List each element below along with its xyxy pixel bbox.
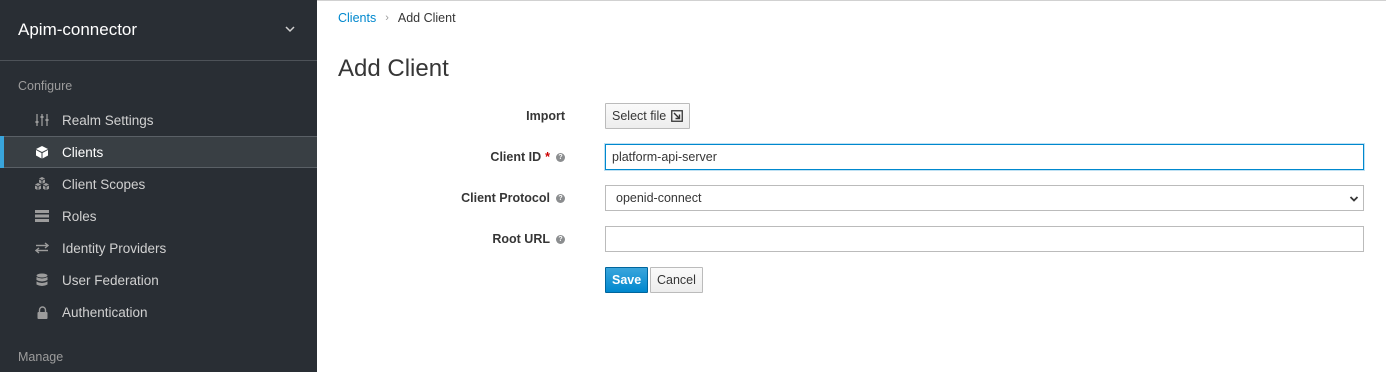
sidebar-item-label: Identity Providers: [62, 240, 167, 256]
client-protocol-select[interactable]: openid-connect: [605, 185, 1364, 211]
help-icon[interactable]: ?: [556, 234, 565, 244]
main-content: Clients › Add Client Add Client Import S…: [317, 0, 1386, 372]
import-row: Import Select file: [317, 103, 1386, 129]
client-id-label-text: Client ID: [490, 150, 542, 164]
breadcrumb-clients-link[interactable]: Clients: [338, 11, 376, 25]
sidebar-item-user-federation[interactable]: User Federation: [0, 264, 317, 296]
import-label: Import: [526, 103, 565, 129]
page: Apim-connector Configure Realm Settings …: [0, 0, 1386, 372]
exchange-icon: [34, 240, 50, 256]
list-icon: [34, 208, 50, 224]
realm-name: Apim-connector: [18, 20, 138, 39]
chevron-down-icon: [1349, 196, 1359, 202]
cubes-icon: [34, 176, 50, 192]
sidebar-item-label: Clients: [62, 144, 104, 160]
client-protocol-label-text: Client Protocol: [461, 191, 550, 205]
sidebar-item-label: Authentication: [62, 304, 148, 320]
nav-list: Realm Settings Clients Client Scopes Rol…: [0, 104, 317, 328]
client-protocol-label: Client Protocol ?: [461, 185, 565, 211]
root-url-label: Root URL ?: [492, 226, 565, 252]
page-title: Add Client: [338, 55, 449, 82]
select-file-label: Select file: [612, 109, 667, 123]
root-url-label-text: Root URL: [492, 232, 550, 246]
client-protocol-selected-value: openid-connect: [616, 191, 702, 205]
help-icon[interactable]: ?: [556, 152, 565, 162]
sidebar-item-label: Roles: [62, 208, 97, 224]
select-file-button[interactable]: Select file: [605, 103, 691, 129]
chevron-down-icon: [285, 26, 295, 33]
section-configure-title: Configure: [18, 79, 73, 93]
cube-icon: [34, 144, 50, 160]
realm-selector[interactable]: Apim-connector: [0, 0, 317, 61]
cancel-button[interactable]: Cancel: [650, 267, 703, 293]
breadcrumb-current: Add Client: [397, 11, 456, 25]
sidebar-item-roles[interactable]: Roles: [0, 200, 317, 232]
sidebar-item-label: Realm Settings: [62, 112, 154, 128]
lock-icon: [34, 304, 50, 320]
import-icon: [671, 110, 684, 122]
root-url-input[interactable]: [605, 226, 1364, 252]
section-manage-title: Manage: [18, 350, 64, 364]
breadcrumb: Clients › Add Client: [338, 11, 456, 25]
client-id-label: Client ID * ?: [490, 144, 565, 170]
sidebar-item-label: Client Scopes: [62, 176, 146, 192]
save-button[interactable]: Save: [605, 267, 649, 293]
sidebar: Apim-connector Configure Realm Settings …: [0, 0, 317, 372]
sliders-icon: [34, 112, 50, 128]
required-marker: *: [545, 150, 550, 164]
client-protocol-row: Client Protocol ? openid-connect: [317, 185, 1386, 211]
database-icon: [34, 272, 50, 288]
root-url-row: Root URL ?: [317, 226, 1386, 252]
sidebar-item-realm-settings[interactable]: Realm Settings: [0, 104, 317, 136]
sidebar-item-client-scopes[interactable]: Client Scopes: [0, 168, 317, 200]
client-id-row: Client ID * ?: [317, 144, 1386, 170]
sidebar-item-authentication[interactable]: Authentication: [0, 296, 317, 328]
breadcrumb-separator: ›: [385, 12, 389, 24]
sidebar-item-clients[interactable]: Clients: [0, 136, 317, 168]
client-id-input[interactable]: [605, 144, 1364, 170]
sidebar-item-identity-providers[interactable]: Identity Providers: [0, 232, 317, 264]
import-label-text: Import: [526, 109, 565, 123]
sidebar-item-label: User Federation: [62, 272, 159, 288]
help-icon[interactable]: ?: [556, 193, 565, 203]
